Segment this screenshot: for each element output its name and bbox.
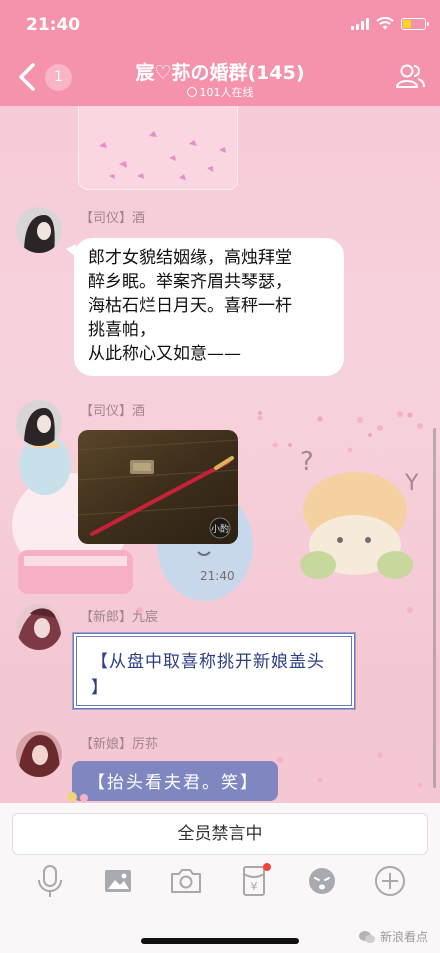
svg-text:?: ?: [300, 447, 314, 477]
camera-icon[interactable]: [168, 863, 204, 899]
group-members-icon[interactable]: [394, 60, 426, 92]
sticker-message[interactable]: [78, 106, 238, 190]
home-indicator[interactable]: [141, 938, 299, 944]
decorated-message-bubble[interactable]: 【从盘中取喜称挑开新娘盖头 】: [72, 632, 356, 710]
message-text: 【抬头看夫君。笑】: [88, 773, 259, 793]
avatar[interactable]: [16, 400, 62, 446]
navigation-header: 21:40 1 宸♡荪の婚群(145) 101人在线: [0, 0, 440, 106]
image-icon[interactable]: [100, 863, 136, 899]
sender-name: 【新郎】九宸: [80, 610, 159, 625]
watermark: 新浪看点: [358, 928, 428, 945]
officiant-avatar-image: [16, 400, 62, 446]
avatar[interactable]: [16, 604, 62, 650]
bride-avatar-image: [16, 731, 62, 777]
chat-title[interactable]: 宸♡荪の婚群(145): [90, 58, 350, 85]
emoji-icon[interactable]: [304, 863, 340, 899]
plus-icon[interactable]: [372, 863, 408, 899]
officiant-avatar-image: [16, 207, 62, 253]
sender-name: 【司仪】酒: [80, 404, 146, 419]
watermark-text: 新浪看点: [379, 930, 428, 944]
signal-icon: [351, 17, 369, 30]
status-time: 21:40: [26, 15, 81, 35]
svg-text:Y: Y: [404, 471, 419, 496]
wifi-icon: [376, 17, 394, 30]
photo-message[interactable]: 小酌: [78, 430, 238, 544]
online-status: 101人在线: [140, 84, 300, 100]
status-icons: [351, 17, 429, 30]
wechat-logo-icon: [358, 930, 375, 943]
groom-avatar-image: [16, 604, 62, 650]
battery-icon: [401, 17, 429, 30]
photo-stamp: 小酌: [211, 523, 229, 535]
wedding-scale-photo: 小酌: [78, 430, 238, 544]
avatar[interactable]: [16, 207, 62, 253]
purple-message-bubble[interactable]: 【抬头看夫君。笑】: [72, 761, 278, 801]
avatar[interactable]: [16, 731, 62, 777]
sender-name: 【司仪】酒: [80, 211, 146, 226]
red-packet-icon[interactable]: ¥: [236, 863, 272, 899]
unread-badge[interactable]: 1: [45, 64, 72, 91]
microphone-icon[interactable]: [32, 863, 68, 899]
message-time: 21:40: [200, 569, 235, 583]
flower-petals-sticker: [99, 131, 226, 180]
sender-name: 【新娘】厉荪: [80, 737, 159, 752]
scrollbar[interactable]: [433, 428, 436, 788]
online-indicator-icon: [186, 87, 197, 97]
input-area: 全员禁言中 ¥ 新浪看点: [0, 803, 440, 953]
mute-notice: 全员禁言中: [12, 813, 428, 855]
red-packet-symbol: ¥: [251, 880, 258, 893]
lower-decoration: [277, 752, 423, 788]
text-message-bubble[interactable]: 郎才女貌结姻缘，高烛拜堂 醉乡眠。举案齐眉共琴瑟， 海枯石烂日月天。喜秤一杆 挑…: [66, 238, 344, 376]
online-count: 101人在线: [199, 86, 254, 99]
back-arrow-icon[interactable]: [16, 62, 38, 92]
